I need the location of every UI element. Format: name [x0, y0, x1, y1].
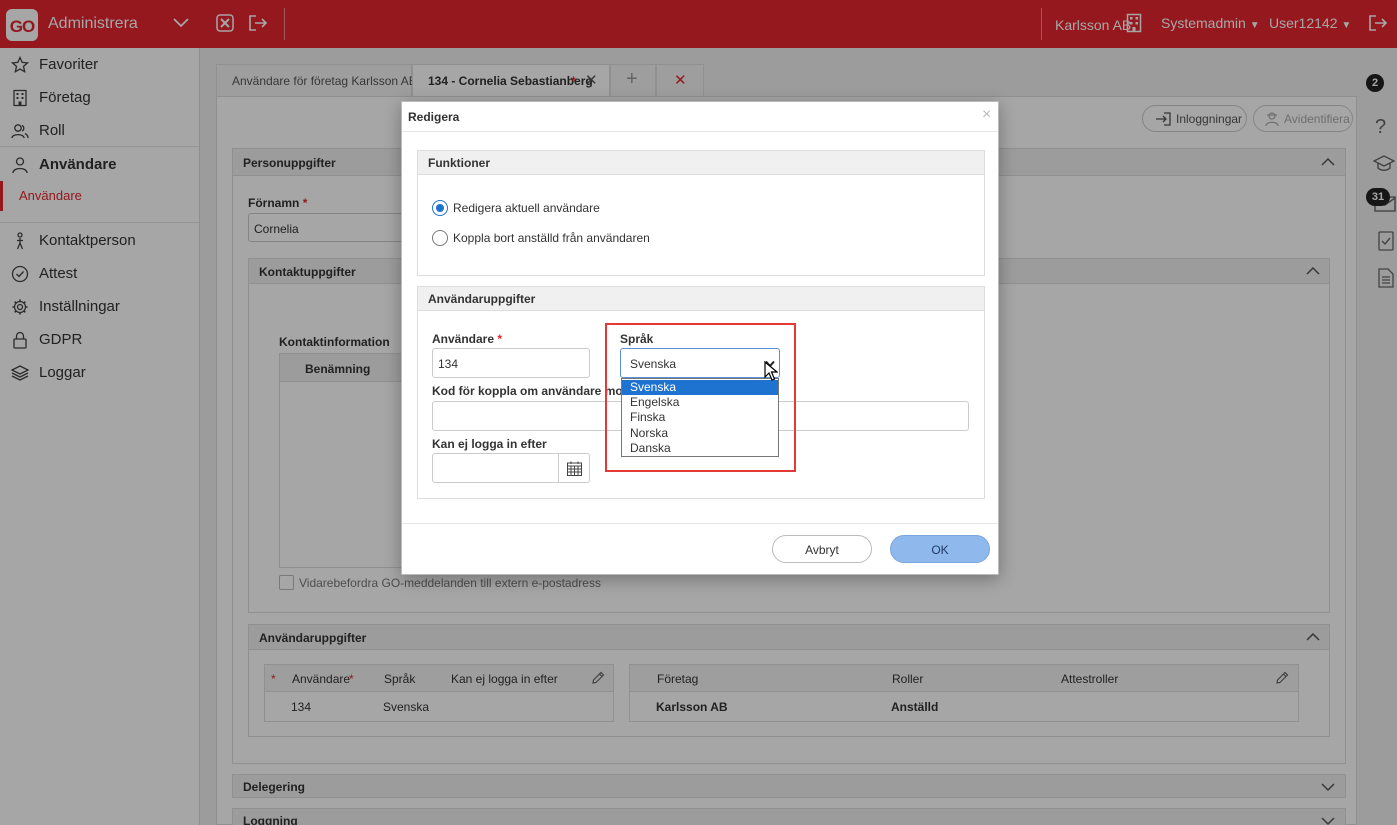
label-text: Användare — [432, 332, 495, 346]
cancel-button[interactable]: Avbryt — [772, 535, 872, 563]
user-label: Användare * — [432, 332, 502, 346]
cannot-login-label: Kan ej logga in efter — [432, 437, 547, 451]
close-icon[interactable]: × — [982, 106, 991, 124]
edit-modal: Redigera × Funktioner Redigera aktuell a… — [401, 101, 999, 575]
calendar-icon[interactable] — [567, 461, 582, 476]
functions-header: Funktioner — [417, 150, 985, 175]
cancel-label: Avbryt — [805, 543, 839, 557]
radio-edit-label[interactable]: Redigera aktuell användare — [453, 201, 600, 215]
radio-unlink-label[interactable]: Koppla bort anställd från användaren — [453, 231, 650, 245]
panel-title: Funktioner — [428, 156, 490, 170]
user-input[interactable]: 134 — [432, 348, 590, 378]
radio-edit-user[interactable] — [432, 200, 448, 216]
panel-title: Användaruppgifter — [428, 292, 536, 306]
modal-header: Redigera × — [402, 102, 998, 132]
mouse-cursor-icon — [764, 361, 778, 381]
highlight-box — [605, 323, 796, 472]
modal-title: Redigera — [408, 110, 460, 124]
divider — [402, 523, 998, 524]
required-marker: * — [497, 332, 503, 346]
cannot-login-date-input[interactable] — [432, 453, 590, 483]
user-details-header: Användaruppgifter — [417, 286, 985, 311]
radio-dot — [435, 203, 444, 212]
ok-button[interactable]: OK — [890, 535, 990, 563]
divider — [558, 454, 559, 482]
input-value: 134 — [438, 357, 459, 371]
radio-unlink-employee[interactable] — [432, 230, 448, 246]
ok-label: OK — [931, 543, 949, 557]
